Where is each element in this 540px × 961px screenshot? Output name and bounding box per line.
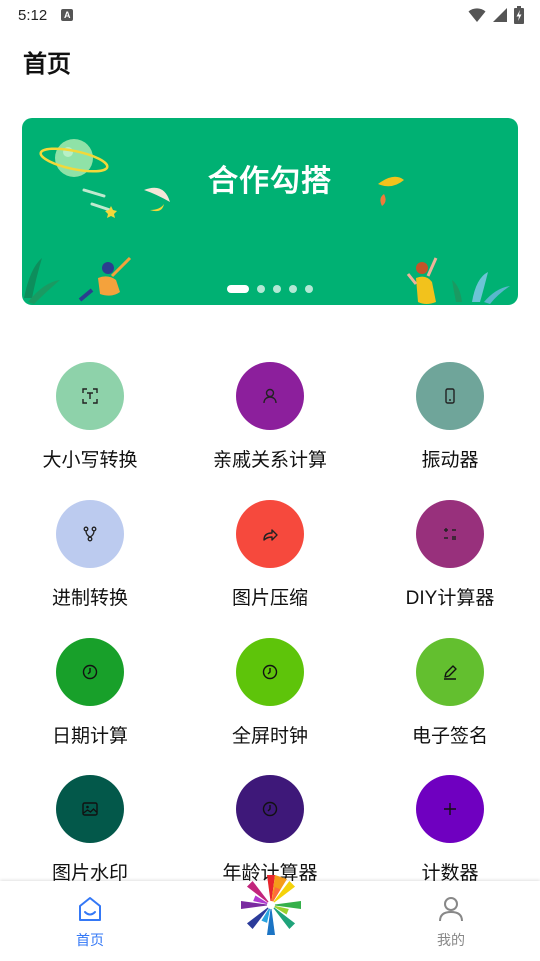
text-case-icon [82,388,98,404]
tool-diy-calculator[interactable]: DIY计算器 [360,500,540,630]
banner-dot [305,285,313,293]
promo-banner[interactable]: 合作勾搭 [22,118,518,305]
branch-icon [83,526,97,542]
page-title: 首页 [23,51,71,78]
tool-e-signature[interactable]: 电子签名 [360,638,540,768]
banner-pagination [22,285,518,293]
pen-icon [444,665,457,680]
tool-label: 电子签名 [411,726,488,747]
tool-date-calc[interactable]: 日期计算 [0,638,180,768]
banner-dot [257,285,265,293]
calculator-icon [444,528,456,540]
tool-icon-circle [416,362,484,430]
tool-icon-circle [56,500,124,568]
image-icon [82,802,98,816]
tab-home-label: 首页 [76,932,104,948]
banner-illustration [24,139,510,304]
status-bar: 5:12 A [0,0,540,30]
tab-home[interactable]: 首页 [45,881,135,961]
tool-label: 大小写转换 [42,450,138,471]
status-time: 5:12 [18,6,48,24]
clock-icon [262,801,278,817]
wifi-icon [468,8,486,22]
tab-mine-label: 我的 [437,932,465,948]
person-icon [263,388,277,404]
tool-vibrator[interactable]: 振动器 [360,362,540,492]
signal-icon [493,8,507,22]
tool-label: 全屏时钟 [231,726,308,747]
center-star-logo-button[interactable] [239,873,303,937]
tool-icon-circle [416,638,484,706]
tool-icon-circle [56,638,124,706]
share-arrow-icon [263,529,278,541]
tool-label: DIY计算器 [405,588,495,609]
tool-label: 日期计算 [51,726,128,747]
tool-icon-circle [56,362,124,430]
tool-label: 亲戚关系计算 [212,450,327,471]
battery-icon [514,6,524,24]
status-icons [468,6,524,24]
tool-icon-circle [236,638,304,706]
tool-icon-circle [56,775,124,843]
banner-dot [289,285,297,293]
tool-icon-circle [236,362,304,430]
banner-dot-active [227,285,249,293]
tool-image-compress[interactable]: 图片压缩 [180,500,360,630]
tool-fullscreen-clock[interactable]: 全屏时钟 [180,638,360,768]
tool-icon-circle [416,775,484,843]
tool-icon-circle [236,775,304,843]
phone-icon [445,388,455,404]
banner-title: 合作勾搭 [208,165,332,198]
home-icon [79,897,101,921]
clock-icon [82,664,98,680]
tool-icon-circle [236,500,304,568]
tool-label: 进制转换 [51,588,128,609]
tab-mine[interactable]: 我的 [406,881,496,961]
tool-case-convert[interactable]: 大小写转换 [0,362,180,492]
tool-label: 图片压缩 [231,588,308,609]
banner-dot [273,285,281,293]
profile-icon [439,897,463,922]
tool-label: 振动器 [421,450,479,471]
notification-icon: A [61,9,74,21]
tool-base-convert[interactable]: 进制转换 [0,500,180,630]
plus-icon [444,803,456,815]
tool-icon-circle [416,500,484,568]
tool-relatives-calc[interactable]: 亲戚关系计算 [180,362,360,492]
clock-icon [262,664,278,680]
